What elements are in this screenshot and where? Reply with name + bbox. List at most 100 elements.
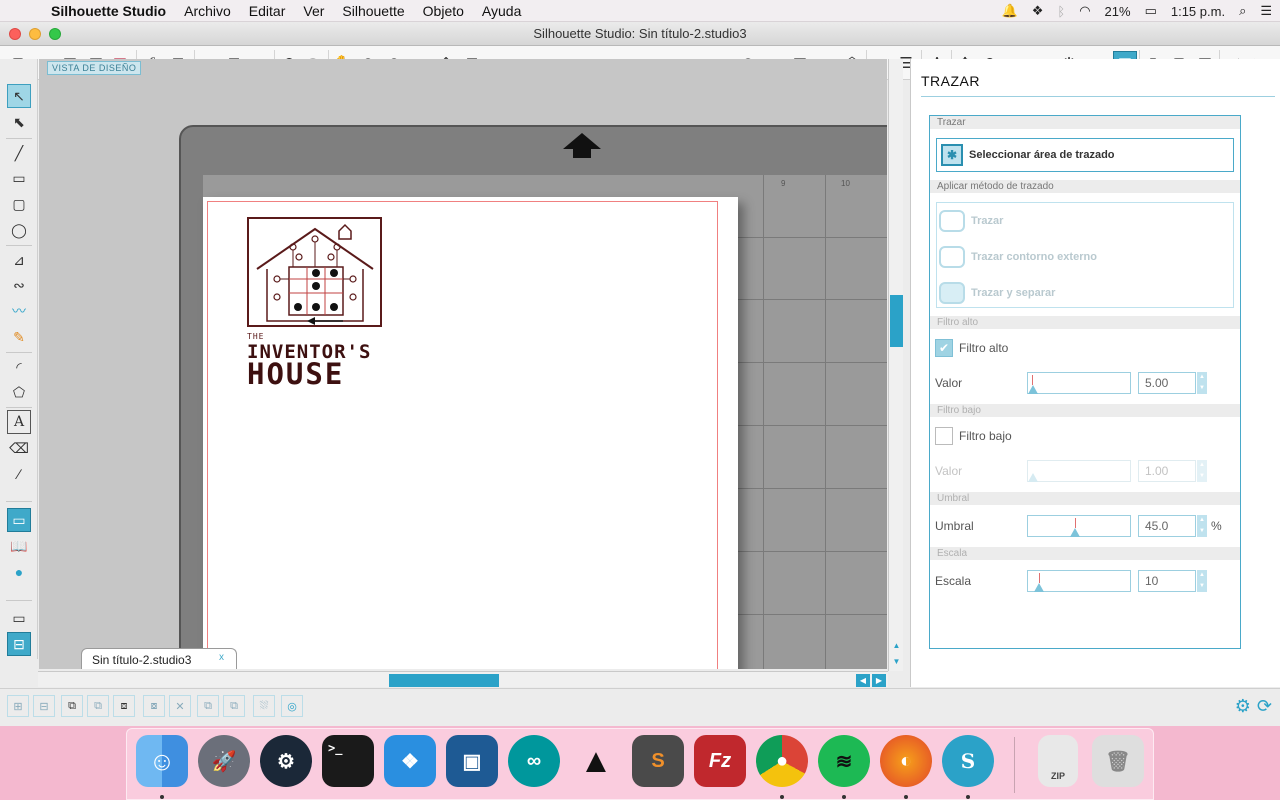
menu-ver[interactable]: Ver <box>294 3 333 19</box>
mirror-icon[interactable]: ⧉ <box>223 695 245 717</box>
menu-objeto[interactable]: Objeto <box>414 3 473 19</box>
silhouette-icon[interactable]: S <box>942 735 994 787</box>
steam-icon[interactable]: ⚙ <box>260 735 312 787</box>
firefox-icon[interactable]: ◐ <box>880 735 932 787</box>
text-tool-icon[interactable]: A <box>7 410 31 434</box>
terminal-icon[interactable]: >_ <box>322 735 374 787</box>
curve-tool-icon[interactable]: ∾ <box>7 273 31 297</box>
clock[interactable]: 1:15 p.m. <box>1171 4 1225 19</box>
sublime-icon[interactable]: S <box>632 735 684 787</box>
eraser-tool-icon[interactable]: ⌫ <box>7 436 31 460</box>
scroll-up-icon[interactable]: ▲ <box>890 639 903 652</box>
scroll-right-icon[interactable]: ▶ <box>872 674 886 687</box>
high-pass-value[interactable]: 5.00 <box>1138 372 1196 394</box>
ellipse-tool-icon[interactable]: ◯ <box>7 218 31 242</box>
trace-outer-edge-button[interactable]: Trazar contorno externo <box>939 243 1097 271</box>
menu-editar[interactable]: Editar <box>240 3 295 19</box>
minimize-window-button[interactable] <box>29 28 41 40</box>
zip-icon[interactable]: ZIP <box>1038 735 1078 787</box>
make-compound-icon[interactable]: ⧉ <box>61 695 83 717</box>
inkscape-icon[interactable]: ▲ <box>570 735 622 787</box>
duplicate-icon[interactable]: ⧉ <box>197 695 219 717</box>
smooth-freehand-icon[interactable]: ✎ <box>7 325 31 349</box>
battery-icon[interactable]: ▭ <box>1145 3 1157 19</box>
close-window-button[interactable] <box>9 28 21 40</box>
single-panel-icon[interactable]: ▭ <box>7 606 31 630</box>
spotlight-search-icon[interactable]: ⌕ <box>1239 3 1246 19</box>
threshold-slider-knob[interactable] <box>1070 528 1080 537</box>
trace-button[interactable]: Trazar <box>939 207 1003 235</box>
chrome-icon[interactable]: ● <box>756 735 808 787</box>
select-trace-area-button[interactable]: ✱ Seleccionar área de trazado <box>936 138 1234 172</box>
threshold-stepper-icon[interactable]: ▲ ▼ <box>1197 515 1207 537</box>
edit-points-icon[interactable]: ⬉ <box>7 110 31 134</box>
threshold-value[interactable]: 45.0 <box>1138 515 1196 537</box>
knife-tool-icon[interactable]: ∕ <box>7 462 31 486</box>
ungroup-icon[interactable]: ⊟ <box>33 695 55 717</box>
low-pass-slider-knob[interactable] <box>1028 473 1038 482</box>
threshold-slider[interactable] <box>1027 515 1131 537</box>
settings-gear-icon[interactable]: ⚙ <box>1235 696 1251 717</box>
rectangle-tool-icon[interactable]: ▭ <box>7 166 31 190</box>
align-icon[interactable]: ⛆ <box>253 695 275 717</box>
release-compound-icon[interactable]: ⧉ <box>87 695 109 717</box>
dropbox-icon[interactable]: ❖ <box>384 735 436 787</box>
notification-center-icon[interactable]: ☰ <box>1260 3 1272 19</box>
arc-tool-icon[interactable]: ◜ <box>7 355 31 379</box>
split-view-icon[interactable]: ⊟ <box>7 632 31 656</box>
scale-stepper-icon[interactable]: ▲ ▼ <box>1197 570 1207 592</box>
wifi-icon[interactable]: ◠ <box>1079 3 1090 19</box>
regular-polygon-icon[interactable]: ⬠ <box>7 380 31 404</box>
bring-to-front-icon[interactable]: ⧈ <box>113 695 135 717</box>
spotify-icon[interactable]: ≋ <box>818 735 870 787</box>
group-icon[interactable]: ⊞ <box>7 695 29 717</box>
finder-icon[interactable]: ☺ <box>136 735 188 787</box>
library-view-icon[interactable]: 📖 <box>7 534 31 558</box>
offset-shortcut-icon[interactable]: ◎ <box>281 695 303 717</box>
menu-archivo[interactable]: Archivo <box>175 3 240 19</box>
scroll-down-icon[interactable]: ▼ <box>890 655 903 668</box>
design-view-icon[interactable]: ▭ <box>7 508 31 532</box>
scale-slider[interactable] <box>1027 570 1131 592</box>
high-pass-slider[interactable] <box>1027 372 1131 394</box>
line-tool-icon[interactable]: ╱ <box>7 141 31 165</box>
low-pass-value[interactable]: 1.00 <box>1138 460 1196 482</box>
horizontal-scrollbar[interactable]: ◀ ▶ <box>38 671 888 687</box>
horizontal-scroll-thumb[interactable] <box>389 674 499 687</box>
trash-icon[interactable]: 🗑 <box>1092 735 1144 787</box>
trace-and-detach-button[interactable]: Trazar y separar <box>939 279 1055 307</box>
delete-icon[interactable]: ✕ <box>169 695 191 717</box>
high-pass-checkbox[interactable]: ✔ <box>935 339 953 357</box>
high-pass-stepper-icon[interactable]: ▲ ▼ <box>1197 372 1207 394</box>
maximize-window-button[interactable] <box>49 28 61 40</box>
launchpad-icon[interactable]: 🚀 <box>198 735 250 787</box>
low-pass-slider[interactable] <box>1027 460 1131 482</box>
vertical-scroll-thumb[interactable] <box>890 295 903 347</box>
online-store-icon[interactable]: ● <box>7 560 31 584</box>
filezilla-icon[interactable]: Fz <box>694 735 746 787</box>
document-tab[interactable]: Sin título-2.studio3 x <box>81 648 237 669</box>
dropbox-status-icon[interactable]: ❖ <box>1032 3 1044 19</box>
menu-silhouette[interactable]: Silhouette <box>333 3 413 19</box>
design-canvas[interactable]: VISTA DE DISEÑO 9 10 THE INVENTOR'S HOUS… <box>39 59 887 669</box>
menu-ayuda[interactable]: Ayuda <box>473 3 530 19</box>
notification-icon[interactable]: 🔔 <box>1002 3 1018 19</box>
refresh-icon[interactable]: ⟳ <box>1257 696 1272 717</box>
rounded-rect-tool-icon[interactable]: ▢ <box>7 192 31 216</box>
page-sheet[interactable]: THE INVENTOR'S HOUSE <box>203 197 738 669</box>
inventors-house-logo[interactable]: THE INVENTOR'S HOUSE <box>247 217 383 389</box>
polygon-tool-icon[interactable]: ⊿ <box>7 248 31 272</box>
menu-app-name[interactable]: Silhouette Studio <box>42 3 175 19</box>
arduino-icon[interactable]: ∞ <box>508 735 560 787</box>
weld-icon[interactable]: ⧇ <box>143 695 165 717</box>
scale-value[interactable]: 10 <box>1138 570 1196 592</box>
vertical-scrollbar[interactable]: ▲ ▼ <box>888 59 903 671</box>
freehand-tool-icon[interactable]: 〰 <box>7 299 31 323</box>
virtualbox-icon[interactable]: ▣ <box>446 735 498 787</box>
low-pass-checkbox[interactable] <box>935 427 953 445</box>
close-tab-icon[interactable]: x <box>219 652 224 663</box>
low-pass-stepper-icon[interactable]: ▲ ▼ <box>1197 460 1207 482</box>
high-pass-slider-knob[interactable] <box>1028 385 1038 394</box>
scroll-left-icon[interactable]: ◀ <box>856 674 870 687</box>
bluetooth-icon[interactable]: ᛒ <box>1057 4 1065 19</box>
